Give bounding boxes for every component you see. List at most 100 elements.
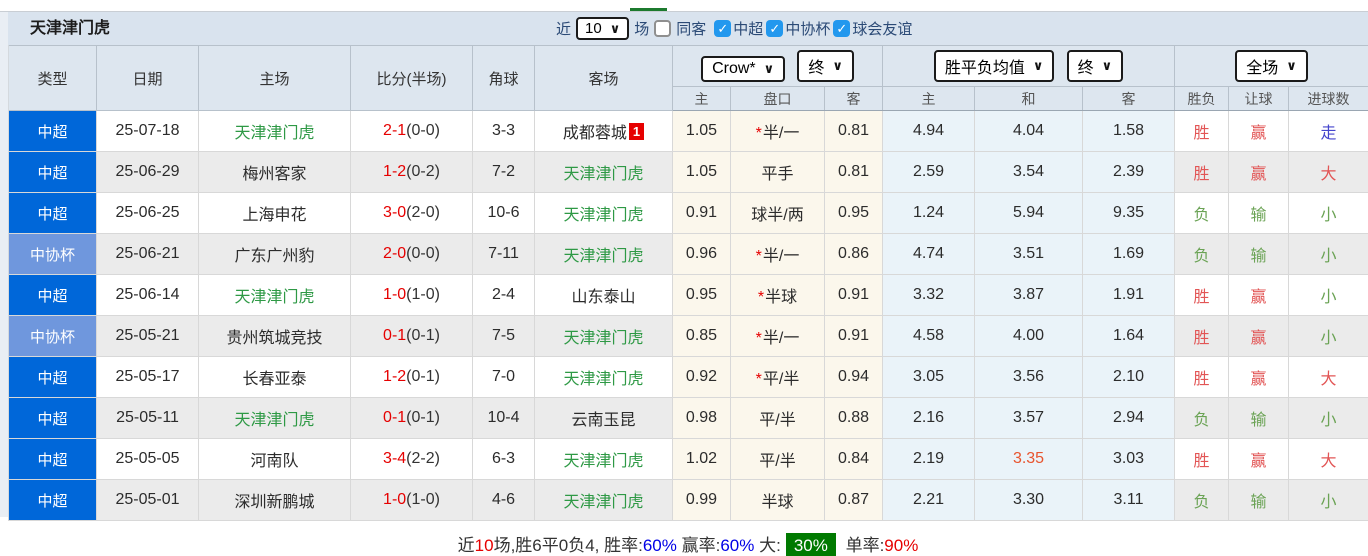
league-filter-1[interactable]: 中协杯 xyxy=(766,18,830,39)
chevron-down-icon xyxy=(1286,57,1297,75)
home-team[interactable]: 梅州客家 xyxy=(199,152,351,193)
away-team[interactable]: 天津津门虎 xyxy=(535,193,673,234)
home-team-name[interactable]: 贵州筑城竞技 xyxy=(226,330,322,347)
checkbox-checked[interactable] xyxy=(833,20,850,37)
euro-odds-time-select[interactable]: 终 xyxy=(1067,50,1124,82)
ah-line: *半/一 xyxy=(731,111,825,152)
home-team[interactable]: 天津津门虎 xyxy=(199,275,351,316)
home-team-name[interactable]: 广东广州豹 xyxy=(234,248,314,265)
league-filter-2[interactable]: 球会友谊 xyxy=(833,18,912,39)
away-team-name[interactable]: 成都蓉城 xyxy=(563,125,627,142)
eu-home-odds: 2.19 xyxy=(883,439,975,480)
score: 2-1(0-0) xyxy=(351,111,473,152)
col-date: 日期 xyxy=(97,46,199,111)
result-winloss: 负 xyxy=(1175,193,1229,234)
table-row: 中超 25-05-05 河南队 3-4(2-2) 6-3 天津津门虎 1.02 … xyxy=(9,439,1368,480)
away-team[interactable]: 山东泰山 xyxy=(535,275,673,316)
home-team[interactable]: 上海申花 xyxy=(199,193,351,234)
corners: 4-6 xyxy=(473,480,535,521)
home-team-name[interactable]: 梅州客家 xyxy=(242,166,306,183)
recent-count-select[interactable]: 10 xyxy=(576,17,629,40)
away-team[interactable]: 天津津门虎 xyxy=(535,316,673,357)
home-team[interactable]: 天津津门虎 xyxy=(199,398,351,439)
match-rows: 中超 25-07-18 天津津门虎 2-1(0-0) 3-3 成都蓉城1 1.0… xyxy=(9,111,1368,521)
home-team-name[interactable]: 上海申花 xyxy=(242,207,306,224)
away-team-name[interactable]: 天津津门虎 xyxy=(563,166,643,183)
halftime-score: (0-1) xyxy=(406,409,440,426)
eu-home-odds: 4.58 xyxy=(883,316,975,357)
star-marker: * xyxy=(756,248,762,265)
away-team[interactable]: 云南玉昆 xyxy=(535,398,673,439)
eu-draw-cell: 3.30 xyxy=(975,480,1083,521)
result-goals: 小 xyxy=(1289,234,1368,275)
ah-line: 半球 xyxy=(731,480,825,521)
home-team[interactable]: 深圳新鹏城 xyxy=(199,480,351,521)
fulltime-score: 0-1 xyxy=(383,327,406,344)
col-home: 主场 xyxy=(199,46,351,111)
home-team[interactable]: 天津津门虎 xyxy=(199,111,351,152)
home-team[interactable]: 长春亚泰 xyxy=(199,357,351,398)
checkbox-checked[interactable] xyxy=(714,20,731,37)
ah-home-odds: 0.96 xyxy=(673,234,731,275)
odds-company-select[interactable]: Crow* xyxy=(701,56,785,82)
away-team-name[interactable]: 山东泰山 xyxy=(571,289,635,306)
home-team[interactable]: 河南队 xyxy=(199,439,351,480)
league-filter-0[interactable]: 中超 xyxy=(714,18,763,39)
subcol-handicap: 让球 xyxy=(1229,87,1289,111)
eu-away-odds: 3.11 xyxy=(1083,480,1175,521)
recent-count-value: 10 xyxy=(585,20,602,37)
away-team[interactable]: 天津津门虎 xyxy=(535,234,673,275)
result-winloss: 胜 xyxy=(1175,152,1229,193)
league-type-badge: 中超 xyxy=(9,439,97,480)
ah-home-odds: 1.02 xyxy=(673,439,731,480)
asian-odds-time-select[interactable]: 终 xyxy=(797,50,854,82)
away-team-name[interactable]: 云南玉昆 xyxy=(571,412,635,429)
away-team-name[interactable]: 天津津门虎 xyxy=(563,453,643,470)
corners: 2-4 xyxy=(473,275,535,316)
home-team[interactable]: 广东广州豹 xyxy=(199,234,351,275)
page-gutter xyxy=(0,12,9,517)
away-team-name[interactable]: 天津津门虎 xyxy=(563,494,643,511)
away-team[interactable]: 天津津门虎 xyxy=(535,152,673,193)
eu-home-odds: 2.21 xyxy=(883,480,975,521)
away-team-name[interactable]: 天津津门虎 xyxy=(563,371,643,388)
result-goals: 小 xyxy=(1289,316,1368,357)
fulltime-score: 2-0 xyxy=(383,245,406,262)
corners: 7-2 xyxy=(473,152,535,193)
halftime-score: (2-0) xyxy=(406,204,440,221)
odds-company-value: Crow* xyxy=(712,60,756,78)
ah-away-odds: 0.81 xyxy=(825,111,883,152)
col-away: 客场 xyxy=(535,46,673,111)
home-team-name[interactable]: 深圳新鹏城 xyxy=(234,494,314,511)
table-row: 中超 25-05-11 天津津门虎 0-1(0-1) 10-4 云南玉昆 0.9… xyxy=(9,398,1368,439)
away-team-name[interactable]: 天津津门虎 xyxy=(563,248,643,265)
home-team-name[interactable]: 河南队 xyxy=(250,453,298,470)
home-team-name[interactable]: 天津津门虎 xyxy=(234,412,314,429)
away-team[interactable]: 天津津门虎 xyxy=(535,439,673,480)
checkbox-checked[interactable] xyxy=(766,20,783,37)
home-team-name[interactable]: 天津津门虎 xyxy=(234,289,314,306)
table-row: 中超 25-05-17 长春亚泰 1-2(0-1) 7-0 天津津门虎 0.92… xyxy=(9,357,1368,398)
score: 0-1(0-1) xyxy=(351,398,473,439)
home-team[interactable]: 贵州筑城竞技 xyxy=(199,316,351,357)
same-venue-checkbox[interactable] xyxy=(654,20,671,37)
away-team[interactable]: 天津津门虎 xyxy=(535,357,673,398)
subcol-ah-home: 主 xyxy=(673,87,731,111)
fulltime-score: 1-2 xyxy=(383,368,406,385)
ah-home-odds: 1.05 xyxy=(673,111,731,152)
away-team[interactable]: 天津津门虎 xyxy=(535,480,673,521)
away-team[interactable]: 成都蓉城1 xyxy=(535,111,673,152)
home-team-name[interactable]: 长春亚泰 xyxy=(242,371,306,388)
league-type-badge: 中超 xyxy=(9,480,97,521)
corners: 6-3 xyxy=(473,439,535,480)
result-handicap: 输 xyxy=(1229,193,1289,234)
avg-odds-select[interactable]: 胜平负均值 xyxy=(934,50,1055,82)
result-winloss: 胜 xyxy=(1175,357,1229,398)
away-team-name[interactable]: 天津津门虎 xyxy=(563,207,643,224)
eu-draw-cell: 3.87 xyxy=(975,275,1083,316)
home-team-name[interactable]: 天津津门虎 xyxy=(234,125,314,142)
away-team-name[interactable]: 天津津门虎 xyxy=(563,330,643,347)
result-winloss: 负 xyxy=(1175,480,1229,521)
league-type-badge: 中超 xyxy=(9,152,97,193)
scope-select[interactable]: 全场 xyxy=(1235,50,1308,82)
